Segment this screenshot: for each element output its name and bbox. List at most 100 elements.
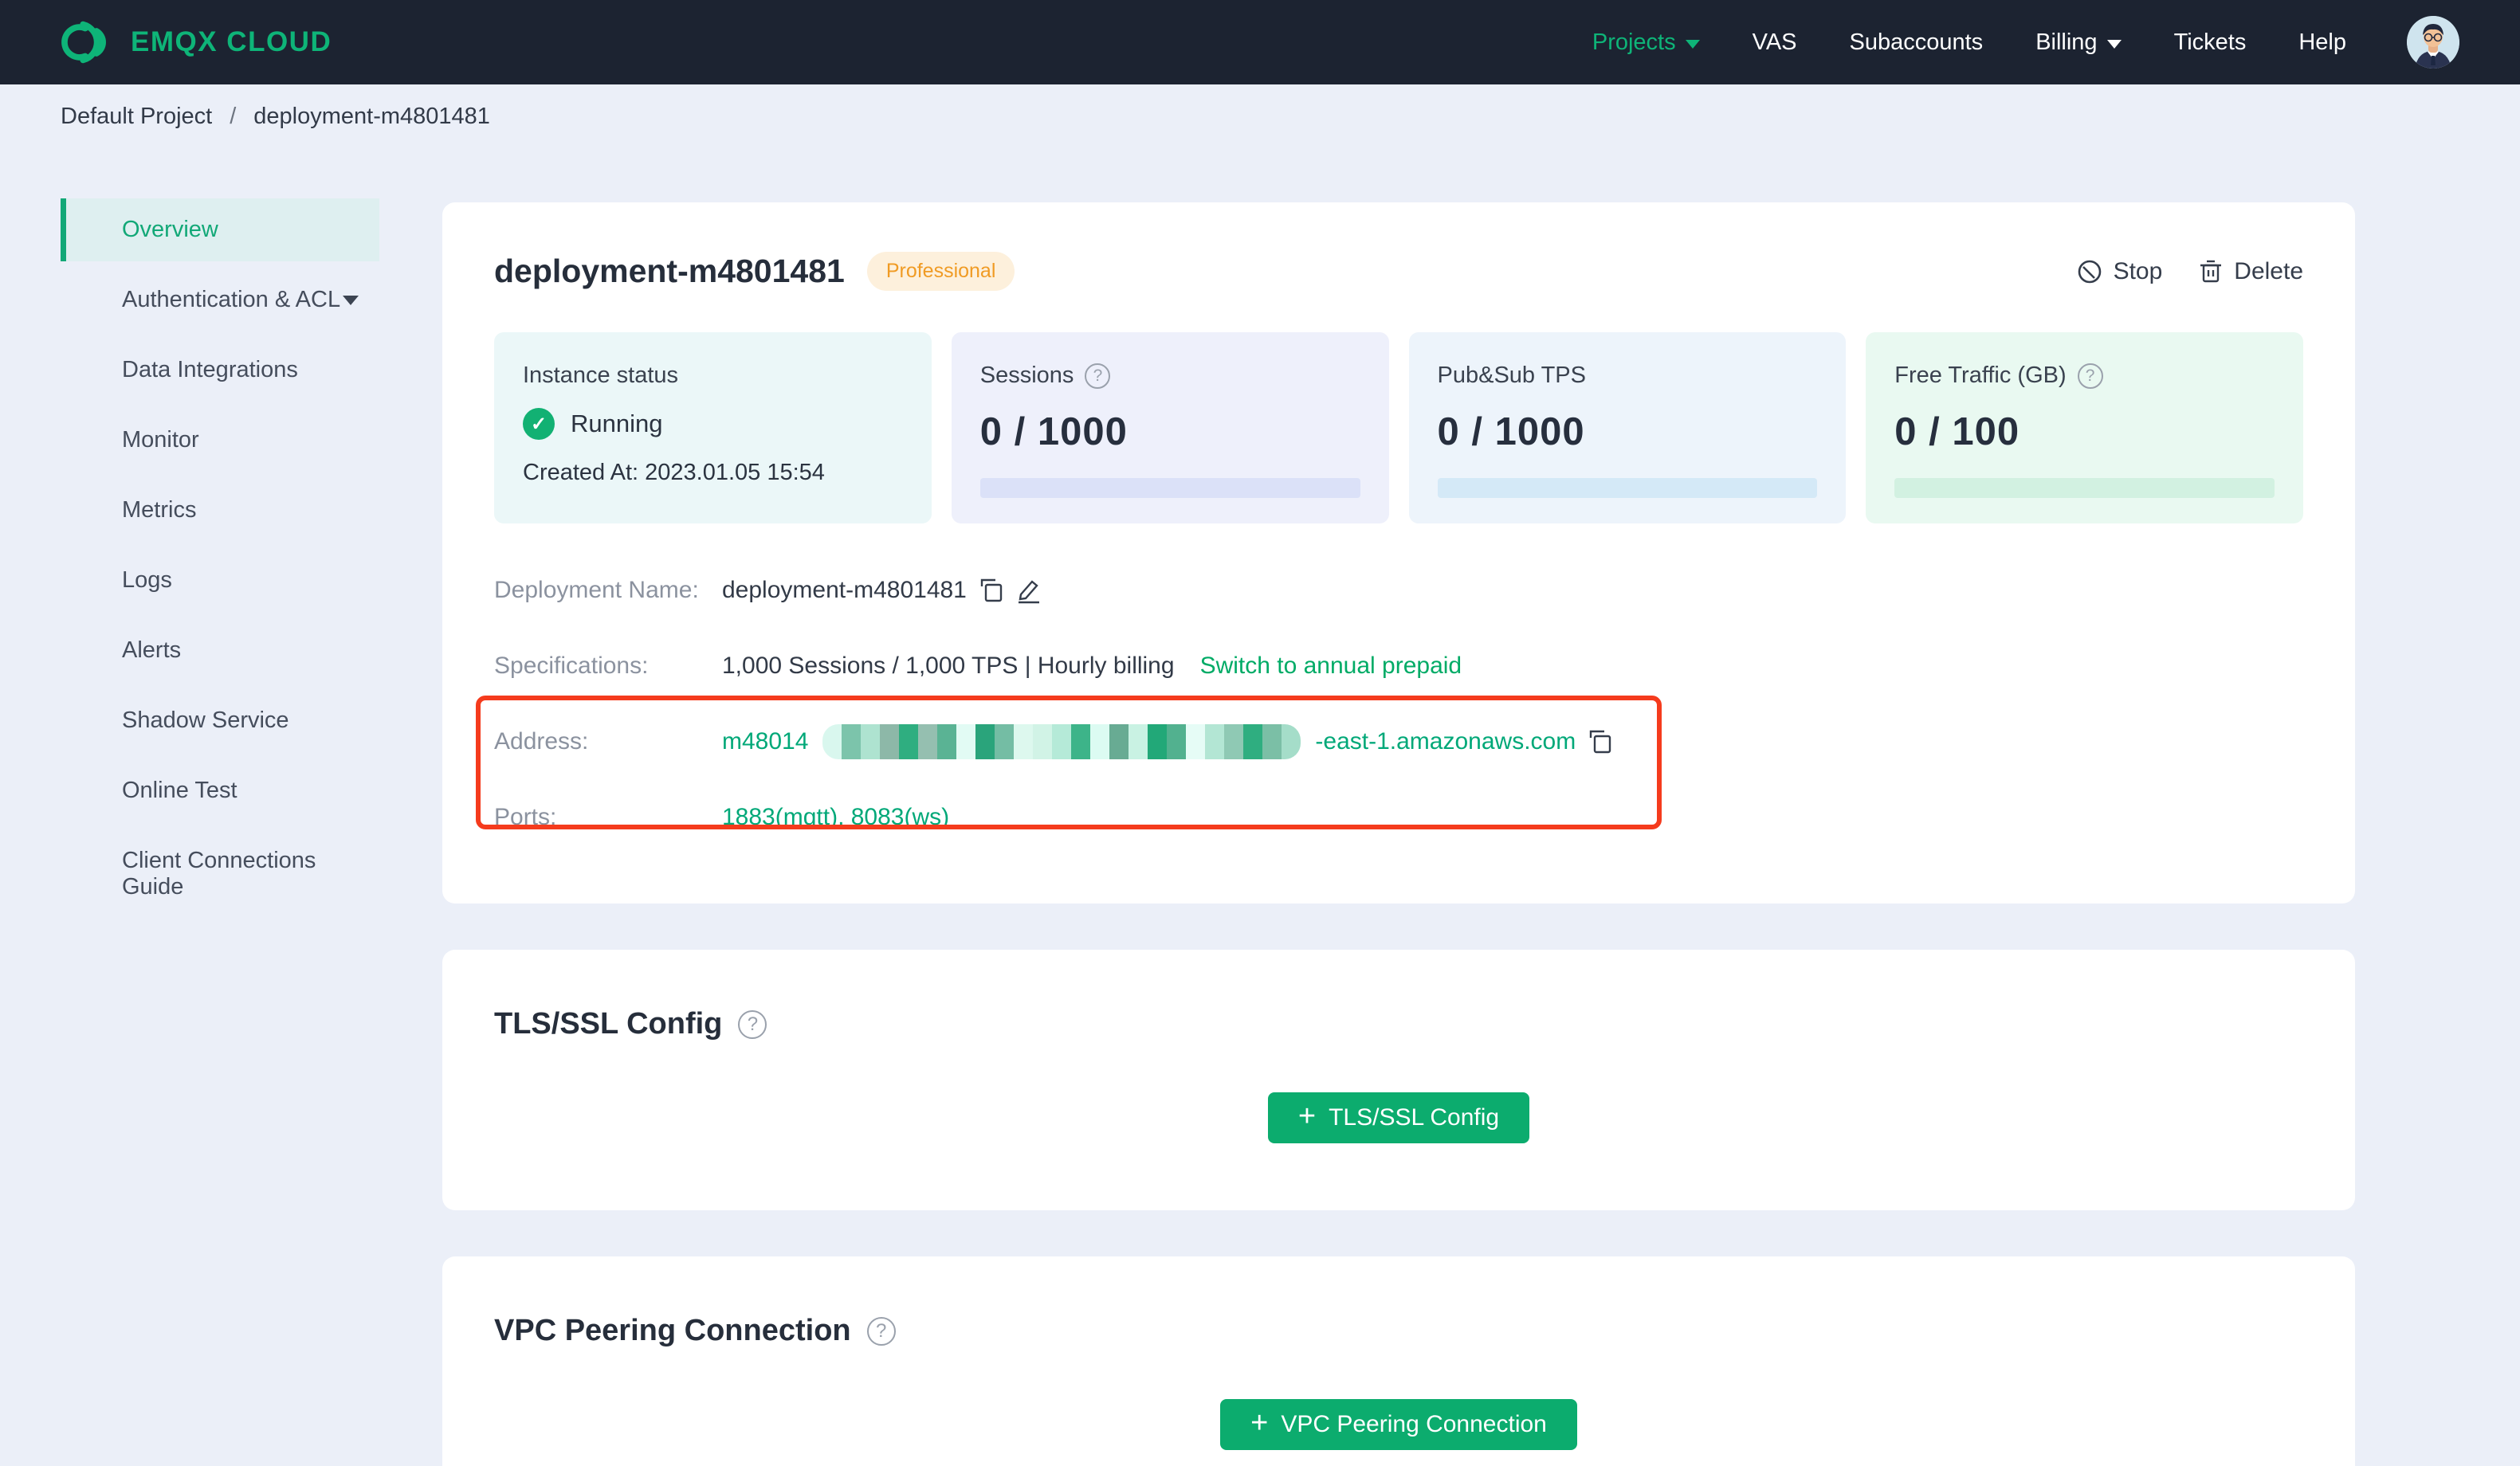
ports-row: Ports: 1883(mqtt), 8083(ws) bbox=[494, 804, 950, 830]
nav-item-help[interactable]: Help bbox=[2298, 29, 2346, 56]
redaction-block bbox=[1186, 724, 1206, 759]
sidebar: Overview Authentication & ACL Data Integ… bbox=[61, 198, 379, 1466]
address-prefix: m48014 bbox=[722, 728, 809, 755]
nav-item-subaccounts[interactable]: Subaccounts bbox=[1850, 29, 1984, 56]
copy-icon[interactable] bbox=[979, 577, 1003, 604]
redaction-block bbox=[1282, 724, 1301, 759]
help-icon[interactable] bbox=[866, 1316, 896, 1346]
add-tls-ssl-config-button[interactable]: + TLS/SSL Config bbox=[1267, 1092, 1530, 1143]
stats-row: Instance status ✓ Running Created At: 20… bbox=[494, 332, 2303, 523]
delete-button[interactable]: Delete bbox=[2199, 258, 2303, 285]
nav-item-billing[interactable]: Billing bbox=[2035, 29, 2122, 56]
deployment-name-row: Deployment Name: deployment-m4801481 bbox=[494, 573, 2303, 608]
help-icon[interactable] bbox=[2077, 363, 2103, 389]
emqx-logo-icon bbox=[57, 19, 113, 65]
redaction-block bbox=[1148, 724, 1168, 759]
redaction-block bbox=[918, 724, 938, 759]
switch-annual-prepaid-link[interactable]: Switch to annual prepaid bbox=[1200, 653, 1462, 680]
plus-icon: + bbox=[1297, 1099, 1317, 1133]
breadcrumb-project[interactable]: Default Project bbox=[61, 104, 212, 130]
status-text: Running bbox=[571, 410, 663, 437]
help-icon[interactable] bbox=[738, 1009, 767, 1039]
check-circle-icon: ✓ bbox=[523, 408, 555, 440]
redaction-block bbox=[880, 724, 900, 759]
redaction-block bbox=[822, 724, 842, 759]
sidebar-item-monitor[interactable]: Monitor bbox=[61, 409, 379, 472]
redaction-block bbox=[1167, 724, 1187, 759]
sidebar-item-client-connections-guide[interactable]: Client Connections Guide bbox=[61, 829, 379, 919]
redaction-block bbox=[899, 724, 919, 759]
sidebar-item-data-integrations[interactable]: Data Integrations bbox=[61, 339, 379, 402]
address-redaction bbox=[822, 724, 1301, 759]
tls-ssl-card: TLS/SSL Config + TLS/SSL Config bbox=[442, 950, 2355, 1210]
sidebar-item-logs[interactable]: Logs bbox=[61, 549, 379, 612]
redaction-block bbox=[1109, 724, 1129, 759]
stat-card-instance-status: Instance status ✓ Running Created At: 20… bbox=[494, 332, 932, 523]
chevron-down-icon bbox=[343, 295, 359, 305]
redaction-block bbox=[1052, 724, 1072, 759]
edit-icon[interactable] bbox=[1016, 577, 1042, 604]
help-icon[interactable] bbox=[1085, 363, 1111, 389]
deployment-overview-card: deployment-m4801481 Professional Stop De… bbox=[442, 202, 2355, 904]
tps-progressbar bbox=[1437, 478, 1818, 498]
breadcrumb-separator: / bbox=[230, 104, 237, 129]
nav-item-projects[interactable]: Projects bbox=[1592, 29, 1700, 56]
traffic-progressbar bbox=[1894, 478, 2275, 498]
breadcrumb: Default Project / deployment-m4801481 bbox=[0, 84, 2520, 146]
user-avatar[interactable] bbox=[2407, 16, 2459, 69]
brand-name: EMQX CLOUD bbox=[131, 26, 332, 57]
redaction-block bbox=[1033, 724, 1053, 759]
specifications-value: 1,000 Sessions / 1,000 TPS | Hourly bill… bbox=[722, 653, 1175, 679]
redaction-block bbox=[937, 724, 957, 759]
redaction-block bbox=[1262, 724, 1282, 759]
chevron-down-icon bbox=[1685, 39, 1700, 49]
redaction-block bbox=[975, 724, 995, 759]
address-row: Address: m48014 -east-1.amazonaws.com bbox=[494, 724, 2303, 759]
vpc-section-title: VPC Peering Connection bbox=[494, 1314, 851, 1347]
copy-icon[interactable] bbox=[1588, 728, 1612, 755]
ports-value: 1883(mqtt), 8083(ws) bbox=[722, 804, 950, 830]
trash-icon bbox=[2199, 259, 2223, 284]
top-navbar: EMQX CLOUD Projects VAS Subaccounts Bill… bbox=[0, 0, 2520, 84]
sidebar-item-shadow-service[interactable]: Shadow Service bbox=[61, 689, 379, 752]
traffic-value: 0 / 100 bbox=[1894, 410, 2020, 453]
redaction-block bbox=[1243, 724, 1263, 759]
sidebar-item-online-test[interactable]: Online Test bbox=[61, 759, 379, 822]
tls-section-title: TLS/SSL Config bbox=[494, 1007, 723, 1041]
redaction-block bbox=[1014, 724, 1034, 759]
stat-card-pubsub-tps: Pub&Sub TPS 0 / 1000 bbox=[1408, 332, 1847, 523]
sidebar-item-metrics[interactable]: Metrics bbox=[61, 479, 379, 542]
stop-button[interactable]: Stop bbox=[2077, 258, 2162, 285]
stop-icon bbox=[2077, 259, 2102, 284]
specifications-row: Specifications: 1,000 Sessions / 1,000 T… bbox=[494, 653, 1462, 680]
redaction-block bbox=[861, 724, 881, 759]
redaction-block bbox=[1129, 724, 1148, 759]
redaction-block bbox=[1224, 724, 1244, 759]
stat-card-free-traffic: Free Traffic (GB) 0 / 100 bbox=[1866, 332, 2303, 523]
deployment-title: deployment-m4801481 bbox=[494, 253, 845, 289]
nav-item-tickets[interactable]: Tickets bbox=[2174, 29, 2247, 56]
address-suffix: -east-1.amazonaws.com bbox=[1315, 728, 1576, 755]
redaction-block bbox=[1205, 724, 1225, 759]
redaction-block bbox=[956, 724, 976, 759]
plan-badge: Professional bbox=[866, 252, 1015, 291]
created-at-text: Created At: 2023.01.05 15:54 bbox=[523, 460, 825, 485]
tps-value: 0 / 1000 bbox=[1437, 410, 1585, 453]
main-content: deployment-m4801481 Professional Stop De… bbox=[442, 202, 2355, 1466]
brand-logo[interactable]: EMQX CLOUD bbox=[57, 19, 332, 65]
redaction-block bbox=[995, 724, 1015, 759]
redaction-block bbox=[1090, 724, 1110, 759]
sessions-progressbar bbox=[979, 478, 1360, 498]
sidebar-item-overview[interactable]: Overview bbox=[61, 198, 379, 261]
sidebar-item-authentication-acl[interactable]: Authentication & ACL bbox=[61, 269, 379, 331]
deployment-details: Deployment Name: deployment-m4801481 Spe… bbox=[476, 573, 2303, 835]
add-vpc-peering-button[interactable]: + VPC Peering Connection bbox=[1220, 1399, 1577, 1450]
chevron-down-icon bbox=[2106, 39, 2122, 49]
plus-icon: + bbox=[1250, 1405, 1269, 1440]
deployment-name-value: deployment-m4801481 bbox=[722, 577, 967, 603]
vpc-peering-card: VPC Peering Connection + VPC Peering Con… bbox=[442, 1256, 2355, 1466]
nav-item-vas[interactable]: VAS bbox=[1753, 29, 1797, 56]
sidebar-item-alerts[interactable]: Alerts bbox=[61, 619, 379, 682]
redaction-block bbox=[842, 724, 862, 759]
redaction-block bbox=[1071, 724, 1091, 759]
